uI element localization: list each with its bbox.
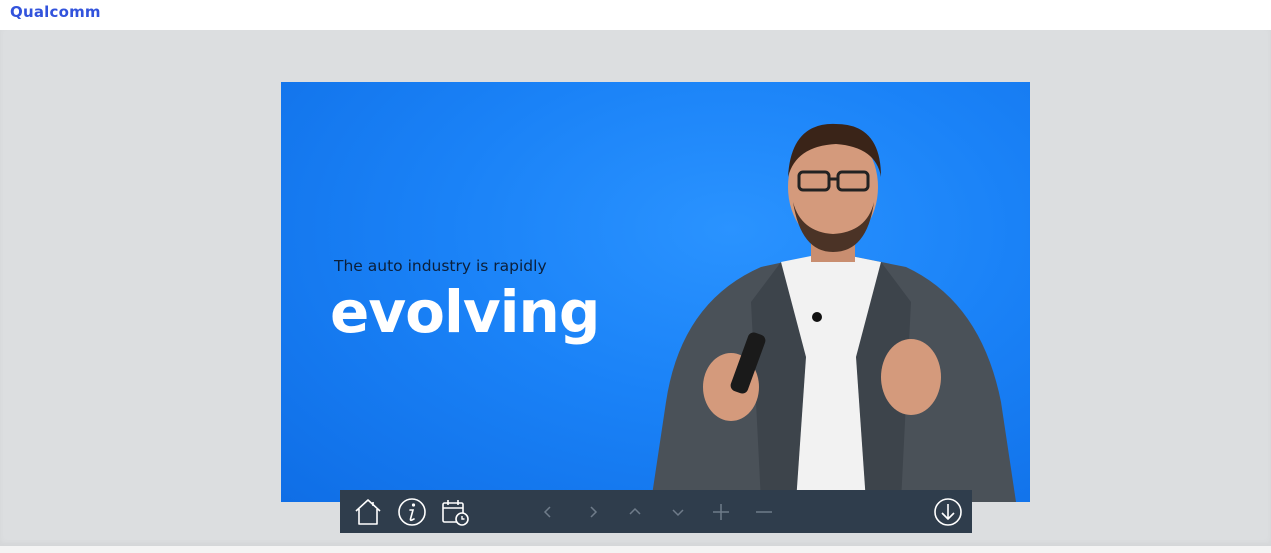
schedule-button[interactable]: [437, 490, 473, 533]
scroll-up-button[interactable]: [623, 490, 647, 533]
zoom-out-button[interactable]: [752, 490, 776, 533]
info-icon: [398, 497, 426, 526]
presentation-toolbar: [340, 490, 972, 533]
slide-subtitle: The auto industry is rapidly: [334, 257, 547, 275]
top-bar: Qualcomm: [0, 0, 1271, 30]
chevron-left-icon: [543, 505, 551, 518]
download-icon: [934, 497, 962, 526]
presentation-slide: The auto industry is rapidly evolving: [281, 82, 1030, 502]
slide-title: evolving: [330, 278, 600, 346]
plus-icon: [713, 503, 729, 520]
chevron-up-icon: [629, 507, 641, 515]
zoom-in-button[interactable]: [709, 490, 733, 533]
presenter-image: [651, 123, 1016, 502]
info-button[interactable]: [394, 490, 430, 533]
home-button[interactable]: [350, 490, 386, 533]
calendar-clock-icon: [442, 499, 469, 526]
previous-slide-button[interactable]: [536, 490, 560, 533]
next-slide-button[interactable]: [581, 490, 605, 533]
minus-icon: [756, 510, 772, 513]
qualcomm-logo[interactable]: Qualcomm: [10, 3, 101, 21]
bottom-strip: [0, 546, 1271, 553]
download-button[interactable]: [931, 490, 965, 533]
home-icon: [355, 498, 381, 525]
chevron-right-icon: [590, 505, 598, 518]
chevron-down-icon: [672, 508, 684, 516]
scroll-down-button[interactable]: [666, 490, 690, 533]
